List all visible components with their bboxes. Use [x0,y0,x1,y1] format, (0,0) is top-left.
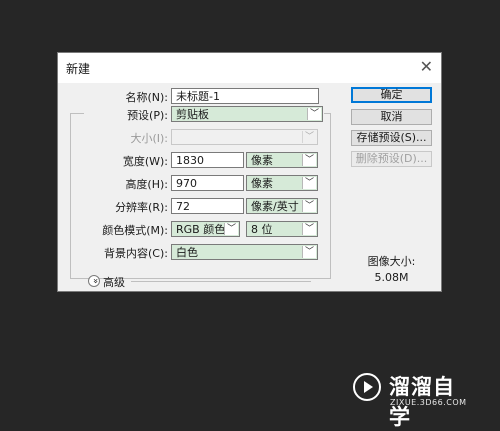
height-label: 高度(H): [125,178,168,191]
preset-group-border-right [330,113,331,279]
background-label: 背景内容(C): [104,247,168,260]
name-field[interactable]: 未标题-1 [171,88,319,104]
width-field[interactable]: 1830 [171,152,244,168]
chevron-down-icon: ﹀ [302,177,316,189]
name-label: 名称(N): [125,91,168,104]
chevron-down-icon: ﹀ [302,223,316,235]
watermark-logo: 溜溜自学 ZIXUE.3D66.COM [353,365,471,429]
chevron-down-icon: ﹀ [302,154,316,166]
chevron-down-icon: ﹀ [302,131,316,143]
width-unit-value: 像素 [251,154,273,167]
height-unit-select[interactable]: 像素 ﹀ [246,175,318,191]
image-size-value: 5.08M [374,271,409,284]
preset-label: 预设(P): [127,109,168,122]
save-preset-button[interactable]: 存储预设(S)... [351,130,432,146]
dialog-titlebar: 新建 ✕ [58,53,441,83]
advanced-label[interactable]: 高级 [103,274,125,290]
width-label: 宽度(W): [122,155,168,168]
delete-preset-button: 删除预设(D)... [351,151,432,167]
chevron-down-icon: ﹀ [302,200,316,212]
cancel-button[interactable]: 取消 [351,109,432,125]
chevron-down-icon: ﹀ [224,223,238,235]
image-size-label: 图像大小: [367,255,416,268]
advanced-divider [131,281,311,282]
resolution-unit-value: 像素/英寸 [251,200,299,213]
size-select: ﹀ [171,129,318,145]
resolution-unit-select[interactable]: 像素/英寸 ﹀ [246,198,318,214]
advanced-expand-icon[interactable]: » [88,275,100,287]
size-label: 大小(I): [130,132,168,145]
width-unit-select[interactable]: 像素 ﹀ [246,152,318,168]
height-field[interactable]: 970 [171,175,244,191]
color-mode-value: RGB 颜色 [176,223,226,236]
ok-button[interactable]: 确定 [351,87,432,103]
new-document-dialog: 新建 ✕ 名称(N): 未标题-1 预设(P): 剪贴板 ﹀ 大小(I): ﹀ … [57,52,442,292]
chevron-down-icon: ﹀ [307,108,321,120]
color-mode-select[interactable]: RGB 颜色 ﹀ [171,221,240,237]
bit-depth-select[interactable]: 8 位 ﹀ [246,221,318,237]
preset-select[interactable]: 剪贴板 ﹀ [171,106,323,122]
background-select[interactable]: 白色 ﹀ [171,244,318,260]
close-icon[interactable]: ✕ [420,57,433,76]
color-mode-label: 颜色模式(M): [102,224,168,237]
play-logo-icon [353,373,381,401]
dialog-title: 新建 [66,62,91,76]
watermark-url: ZIXUE.3D66.COM [390,398,467,407]
height-unit-value: 像素 [251,177,273,190]
bit-depth-value: 8 位 [251,223,273,236]
resolution-field[interactable]: 72 [171,198,244,214]
background-value: 白色 [176,246,198,259]
chevron-down-icon: ﹀ [302,246,316,258]
preset-group-border-top-right [324,113,331,114]
preset-value: 剪贴板 [176,108,209,121]
resolution-label: 分辨率(R): [115,201,168,214]
